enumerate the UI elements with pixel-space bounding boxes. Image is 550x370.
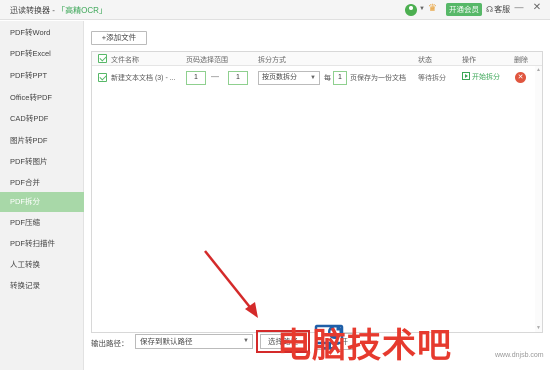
watermark-text: 电脑技术吧 <box>277 326 452 366</box>
sidebar-item-pdf-to-ppt[interactable]: PDF转PPT <box>0 66 84 86</box>
sidebar-item-pdf-compress[interactable]: PDF压缩 <box>0 213 84 233</box>
start-split-label: 开始拆分 <box>472 74 500 81</box>
sidebar-item-pdf-to-scan[interactable]: PDF转扫描件 <box>0 234 84 254</box>
row-status: 等待拆分 <box>418 75 446 82</box>
title-bar: 迅读转换器 - 「高精OCR」 ▼ ♛ 开通会员 ☊客服 — ✕ <box>0 0 550 20</box>
service-label: 客服 <box>494 5 511 14</box>
add-file-button[interactable]: +添加文件 <box>91 31 147 45</box>
play-icon <box>462 72 470 80</box>
sidebar: PDF转Word PDF转Excel PDF转PPT Office转PDF CA… <box>0 21 84 370</box>
output-path-select[interactable]: 保存到默认路径 ▼ <box>135 334 253 349</box>
page-from-input[interactable]: 1 <box>186 71 206 85</box>
header-split-mode: 拆分方式 <box>258 57 286 64</box>
chevron-down-icon: ▼ <box>310 75 316 81</box>
annotation-arrow-icon <box>204 250 258 318</box>
sidebar-item-manual-convert[interactable]: 人工转换 <box>0 255 84 275</box>
minimize-button[interactable]: — <box>513 2 525 16</box>
header-operation: 操作 <box>462 57 476 64</box>
close-button[interactable]: ✕ <box>531 2 543 16</box>
split-mode-select[interactable]: 按页数拆分 ▼ <box>258 71 320 85</box>
vertical-scrollbar[interactable]: ▲ ▼ <box>535 66 542 332</box>
select-all-checkbox[interactable] <box>98 54 107 63</box>
sidebar-item-history[interactable]: 转换记录 <box>0 276 84 296</box>
row-filename: 新建文本文档 (3) - ... <box>111 75 176 82</box>
file-table: 文件名称 页码选择范围 拆分方式 状态 操作 删除 新建文本文档 (3) - .… <box>91 51 543 333</box>
sidebar-item-image-to-pdf[interactable]: 图片转PDF <box>0 131 84 151</box>
table-row: 新建文本文档 (3) - ... 1 — 1 按页数拆分 ▼ 每 1 页保存为一份… <box>92 67 542 89</box>
sidebar-item-pdf-to-excel[interactable]: PDF转Excel <box>0 44 84 64</box>
each-suffix: 页保存为一份文档 <box>350 75 406 82</box>
output-path-value: 保存到默认路径 <box>140 337 193 346</box>
scroll-up-icon[interactable]: ▲ <box>535 67 542 73</box>
app-title: 迅读转换器 - 「高精OCR」 <box>10 5 107 16</box>
page-to-input[interactable]: 1 <box>228 71 248 85</box>
sidebar-item-pdf-to-word[interactable]: PDF转Word <box>0 23 84 43</box>
header-delete: 删除 <box>514 57 528 64</box>
header-filename: 文件名称 <box>111 57 139 64</box>
output-path-label: 输出路径： <box>91 339 129 348</box>
chevron-down-icon: ▼ <box>243 338 249 344</box>
table-header: 文件名称 页码选择范围 拆分方式 状态 操作 删除 <box>92 52 542 66</box>
vip-button[interactable]: 开通会员 <box>446 3 482 16</box>
delete-row-button[interactable]: ✕ <box>515 72 526 83</box>
each-prefix: 每 <box>324 75 331 82</box>
gift-icon[interactable]: ♛ <box>428 3 437 14</box>
sidebar-item-office-to-pdf[interactable]: Office转PDF <box>0 88 84 108</box>
app-subtitle: 「高精OCR」 <box>57 6 107 15</box>
customer-service-button[interactable]: ☊客服 <box>486 4 510 15</box>
sidebar-item-pdf-to-image[interactable]: PDF转图片 <box>0 152 84 172</box>
user-avatar-icon[interactable] <box>405 4 417 16</box>
page-range-dash: — <box>211 72 219 81</box>
app-name: 迅读转换器 - <box>10 6 58 15</box>
scroll-down-icon[interactable]: ▼ <box>535 325 542 331</box>
split-mode-value: 按页数拆分 <box>262 74 297 81</box>
chevron-down-icon[interactable]: ▼ <box>419 6 425 12</box>
sidebar-item-pdf-merge[interactable]: PDF合并 <box>0 173 84 193</box>
pages-per-file-input[interactable]: 1 <box>333 71 347 85</box>
sidebar-item-cad-to-pdf[interactable]: CAD转PDF <box>0 109 84 129</box>
sidebar-item-pdf-split[interactable]: PDF拆分 <box>0 192 84 212</box>
headset-icon: ☊ <box>486 5 494 14</box>
header-status: 状态 <box>418 57 432 64</box>
watermark-url: www.dnjsb.com <box>495 352 544 359</box>
start-split-button[interactable]: 开始拆分 <box>462 72 500 84</box>
row-checkbox[interactable] <box>98 73 107 82</box>
header-page-range: 页码选择范围 <box>186 57 228 64</box>
